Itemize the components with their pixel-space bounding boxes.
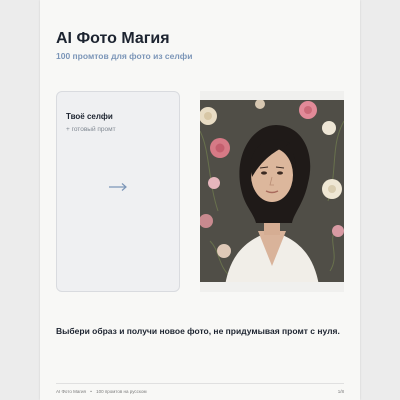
portrait-illustration xyxy=(200,91,344,292)
footer-divider xyxy=(56,383,344,384)
selfie-card-title: Твоё селфи xyxy=(66,112,113,121)
footer-left: AI Фото Магия • 100 промтов на русском xyxy=(56,389,147,394)
portrait-photo xyxy=(200,91,344,292)
arrow-right-icon xyxy=(109,183,127,191)
footer-brand: AI Фото Магия xyxy=(56,389,86,394)
page-subtitle: 100 промтов для фото из селфи xyxy=(56,51,193,61)
selfie-card-subtitle: + готовый промт xyxy=(66,126,116,133)
footer-separator: • xyxy=(90,389,92,394)
footer-tagline: 100 промтов на русском xyxy=(96,389,147,394)
caption-text: Выбери образ и получи новое фото, не при… xyxy=(56,326,340,336)
page: AI Фото Магия 100 промтов для фото из се… xyxy=(40,0,360,400)
page-title: AI Фото Магия xyxy=(56,30,170,47)
selfie-card: Твоё селфи + готовый промт xyxy=(56,91,180,292)
page-indicator: 1/8 xyxy=(337,389,344,394)
